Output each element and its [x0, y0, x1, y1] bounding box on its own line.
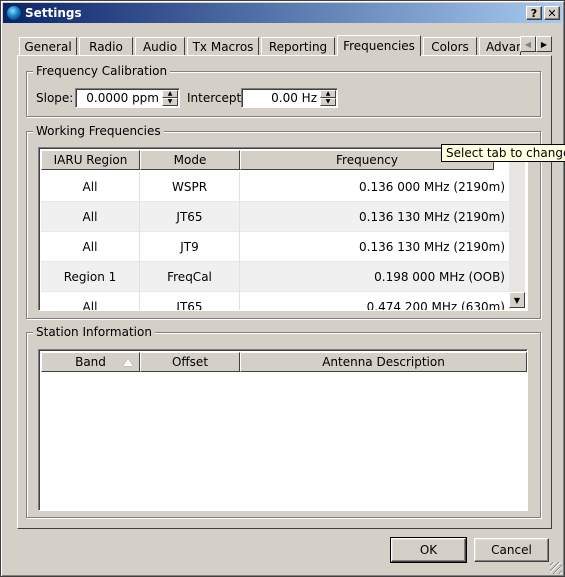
tab-tx-macros[interactable]: Tx Macros: [187, 37, 259, 55]
cell-mode: JT65: [140, 292, 240, 310]
cell-mode: JT65: [140, 202, 240, 232]
cell-frequency: 0.198 000 MHz (OOB): [240, 262, 510, 292]
cell-region: All: [41, 172, 140, 202]
cell-region: Region 1: [41, 262, 140, 292]
cell-frequency: 0.136 130 MHz (2190m): [240, 232, 510, 262]
cell-region: All: [41, 202, 140, 232]
column-header-mode[interactable]: Mode: [140, 150, 240, 170]
slope-up-icon[interactable]: ▲: [162, 90, 178, 98]
slope-down-icon[interactable]: ▼: [162, 98, 178, 106]
cell-mode: JT9: [140, 232, 240, 262]
cell-mode: FreqCal: [140, 262, 240, 292]
intercept-value: 0.00 Hz: [271, 91, 317, 105]
table-row[interactable]: Region 1 FreqCal 0.198 000 MHz (OOB): [41, 262, 510, 292]
table-header: Band Offset Antenna Description: [41, 352, 527, 372]
intercept-up-icon[interactable]: ▲: [320, 90, 336, 98]
tab-colors[interactable]: Colors: [423, 37, 477, 55]
cell-frequency: 0.136 000 MHz (2190m): [240, 172, 510, 202]
working-frequencies-title: Working Frequencies: [33, 124, 164, 138]
sort-ascending-icon: [123, 359, 133, 366]
tab-tooltip: Select tab to change co: [441, 144, 565, 162]
table-body: All WSPR 0.136 000 MHz (2190m) All JT65 …: [41, 172, 510, 310]
window-title: Settings: [25, 6, 82, 20]
intercept-spinbox[interactable]: 0.00 Hz ▲ ▼: [241, 88, 338, 108]
settings-window: Settings ? ✕ General Radio Audio Tx Macr…: [0, 0, 565, 577]
slope-label: Slope:: [36, 91, 74, 105]
frequencies-panel: Frequency Calibration Slope: 0.0000 ppm …: [17, 55, 552, 529]
tab-audio[interactable]: Audio: [135, 37, 185, 55]
column-header-band[interactable]: Band: [41, 352, 140, 372]
frequencies-scrollbar[interactable]: ▼: [509, 150, 525, 308]
scroll-down-icon[interactable]: ▼: [509, 292, 525, 308]
column-header-iaru-region[interactable]: IARU Region: [41, 150, 140, 170]
frequency-calibration-title: Frequency Calibration: [33, 64, 171, 78]
table-header: IARU Region Mode Frequency: [41, 150, 494, 170]
tab-strip: General Radio Audio Tx Macros Reporting …: [17, 35, 552, 56]
station-information-title: Station Information: [33, 325, 155, 339]
column-header-offset[interactable]: Offset: [140, 352, 240, 372]
cell-mode: WSPR: [140, 172, 240, 202]
tab-scroll-right-icon[interactable]: ▶: [536, 36, 552, 52]
cell-frequency: 0.474 200 MHz (630m): [240, 292, 510, 310]
cancel-button[interactable]: Cancel: [474, 538, 549, 562]
table-row[interactable]: All JT65 0.474 200 MHz (630m): [41, 292, 510, 310]
working-frequencies-table[interactable]: IARU Region Mode Frequency All WSPR 0.13…: [38, 147, 528, 311]
intercept-down-icon[interactable]: ▼: [320, 98, 336, 106]
tab-frequencies[interactable]: Frequencies: [337, 35, 421, 56]
table-row[interactable]: All WSPR 0.136 000 MHz (2190m): [41, 172, 510, 202]
column-header-band-label: Band: [75, 355, 106, 369]
column-header-antenna-description[interactable]: Antenna Description: [240, 352, 527, 372]
title-bar[interactable]: Settings ? ✕: [3, 3, 562, 23]
table-row[interactable]: All JT65 0.136 130 MHz (2190m): [41, 202, 510, 232]
cell-frequency: 0.136 130 MHz (2190m): [240, 202, 510, 232]
table-row[interactable]: All JT9 0.136 130 MHz (2190m): [41, 232, 510, 262]
tab-reporting[interactable]: Reporting: [261, 37, 335, 55]
frequency-calibration-group: Frequency Calibration Slope: 0.0000 ppm …: [26, 64, 541, 117]
close-button[interactable]: ✕: [544, 6, 560, 20]
intercept-label: Intercept:: [187, 91, 246, 105]
slope-value: 0.0000 ppm: [86, 91, 159, 105]
tab-general[interactable]: General: [19, 37, 77, 55]
cell-region: All: [41, 232, 140, 262]
station-information-table[interactable]: Band Offset Antenna Description: [38, 349, 528, 511]
station-information-group: Station Information Band Offset Antenna …: [26, 325, 541, 518]
tab-advanced[interactable]: Advan: [479, 37, 521, 55]
tab-radio[interactable]: Radio: [79, 37, 133, 55]
help-button[interactable]: ?: [526, 6, 542, 20]
resize-grip-icon[interactable]: [550, 562, 562, 574]
app-globe-icon: [6, 5, 22, 21]
ok-button[interactable]: OK: [390, 537, 467, 563]
slope-spinbox[interactable]: 0.0000 ppm ▲ ▼: [75, 88, 180, 108]
tab-scroll-left-icon[interactable]: ◀: [520, 36, 536, 52]
cell-region: All: [41, 292, 140, 310]
